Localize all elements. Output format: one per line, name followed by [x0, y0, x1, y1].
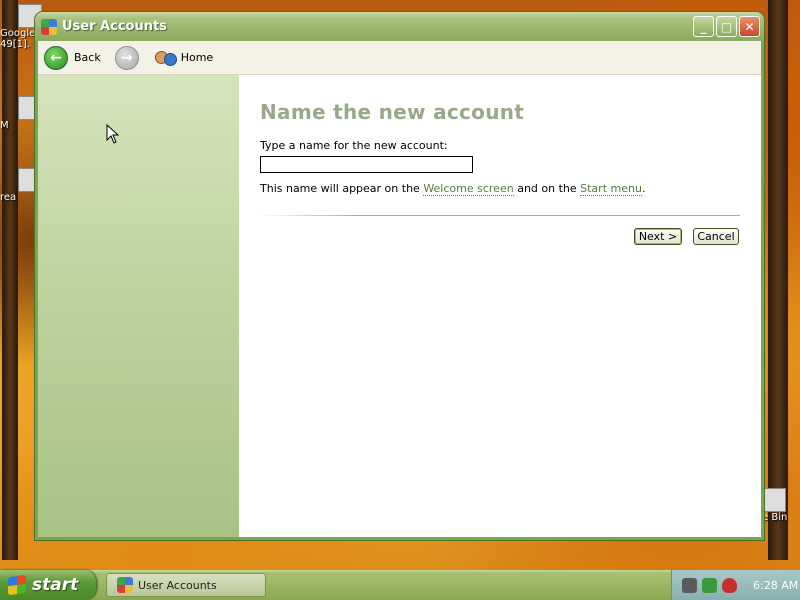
desktop-icon-recycle-bin[interactable]: e Bin	[762, 488, 800, 523]
maximize-button[interactable]: □	[716, 16, 737, 37]
window-title: User Accounts	[62, 19, 167, 34]
name-note: This name will appear on the Welcome scr…	[260, 182, 646, 196]
tree-trunk-decoration	[2, 0, 18, 560]
welcome-screen-link[interactable]: Welcome screen	[423, 182, 514, 196]
home-button[interactable]: Home	[154, 49, 214, 67]
start-button[interactable]: start	[0, 570, 96, 600]
system-tray: 6:28 AM	[671, 570, 800, 600]
network-icon[interactable]	[682, 577, 697, 593]
window-content: Name the new account Type a name for the…	[38, 75, 761, 537]
security-shield-icon[interactable]	[722, 577, 737, 593]
start-label: start	[32, 575, 79, 595]
minimize-button[interactable]: _	[693, 16, 714, 37]
page-title: Name the new account	[260, 100, 525, 124]
back-arrow-icon: ←	[44, 45, 68, 70]
forward-arrow-icon: →	[114, 45, 139, 70]
back-button[interactable]: ← Back	[44, 45, 101, 70]
cancel-button[interactable]: Cancel	[693, 228, 739, 245]
account-name-input[interactable]	[260, 156, 473, 173]
minimize-icon: _	[700, 19, 707, 34]
clock: 6:28 AM	[753, 578, 799, 592]
close-icon: ✕	[744, 19, 755, 34]
task-pane-sidebar	[38, 75, 239, 537]
user-accounts-icon	[41, 18, 57, 35]
update-icon[interactable]	[702, 577, 717, 593]
maximize-icon: □	[720, 19, 733, 34]
next-button[interactable]: Next >	[634, 228, 682, 245]
user-accounts-icon	[117, 577, 133, 593]
title-bar[interactable]: User Accounts _ □ ✕	[35, 12, 764, 41]
recycle-bin-icon	[762, 488, 786, 512]
taskbar: start User Accounts 6:28 AM	[0, 570, 800, 600]
taskbar-item-user-accounts[interactable]: User Accounts	[106, 573, 266, 597]
desktop-icon-m[interactable]: M	[0, 96, 42, 131]
wizard-main-panel: Name the new account Type a name for the…	[239, 75, 761, 537]
windows-logo-icon	[8, 574, 26, 596]
close-button[interactable]: ✕	[739, 16, 760, 37]
back-label: Back	[74, 51, 101, 64]
desktop-icon-google[interactable]: Google 49[1].	[0, 4, 42, 50]
taskbar-item-label: User Accounts	[138, 578, 217, 592]
user-accounts-window: User Accounts _ □ ✕ ← Back → Home Name t…	[35, 12, 764, 540]
start-menu-link[interactable]: Start menu	[580, 182, 642, 196]
divider	[260, 215, 740, 216]
window-controls: _ □ ✕	[693, 16, 760, 37]
forward-button[interactable]: →	[114, 45, 139, 70]
tree-trunk-decoration	[768, 0, 788, 560]
home-users-icon	[154, 49, 177, 67]
mouse-cursor-icon	[106, 124, 119, 144]
name-prompt-label: Type a name for the new account:	[260, 139, 448, 152]
desktop-icon-rea[interactable]: rea	[0, 168, 42, 203]
home-label: Home	[180, 51, 214, 64]
navigation-toolbar: ← Back → Home	[38, 41, 761, 75]
